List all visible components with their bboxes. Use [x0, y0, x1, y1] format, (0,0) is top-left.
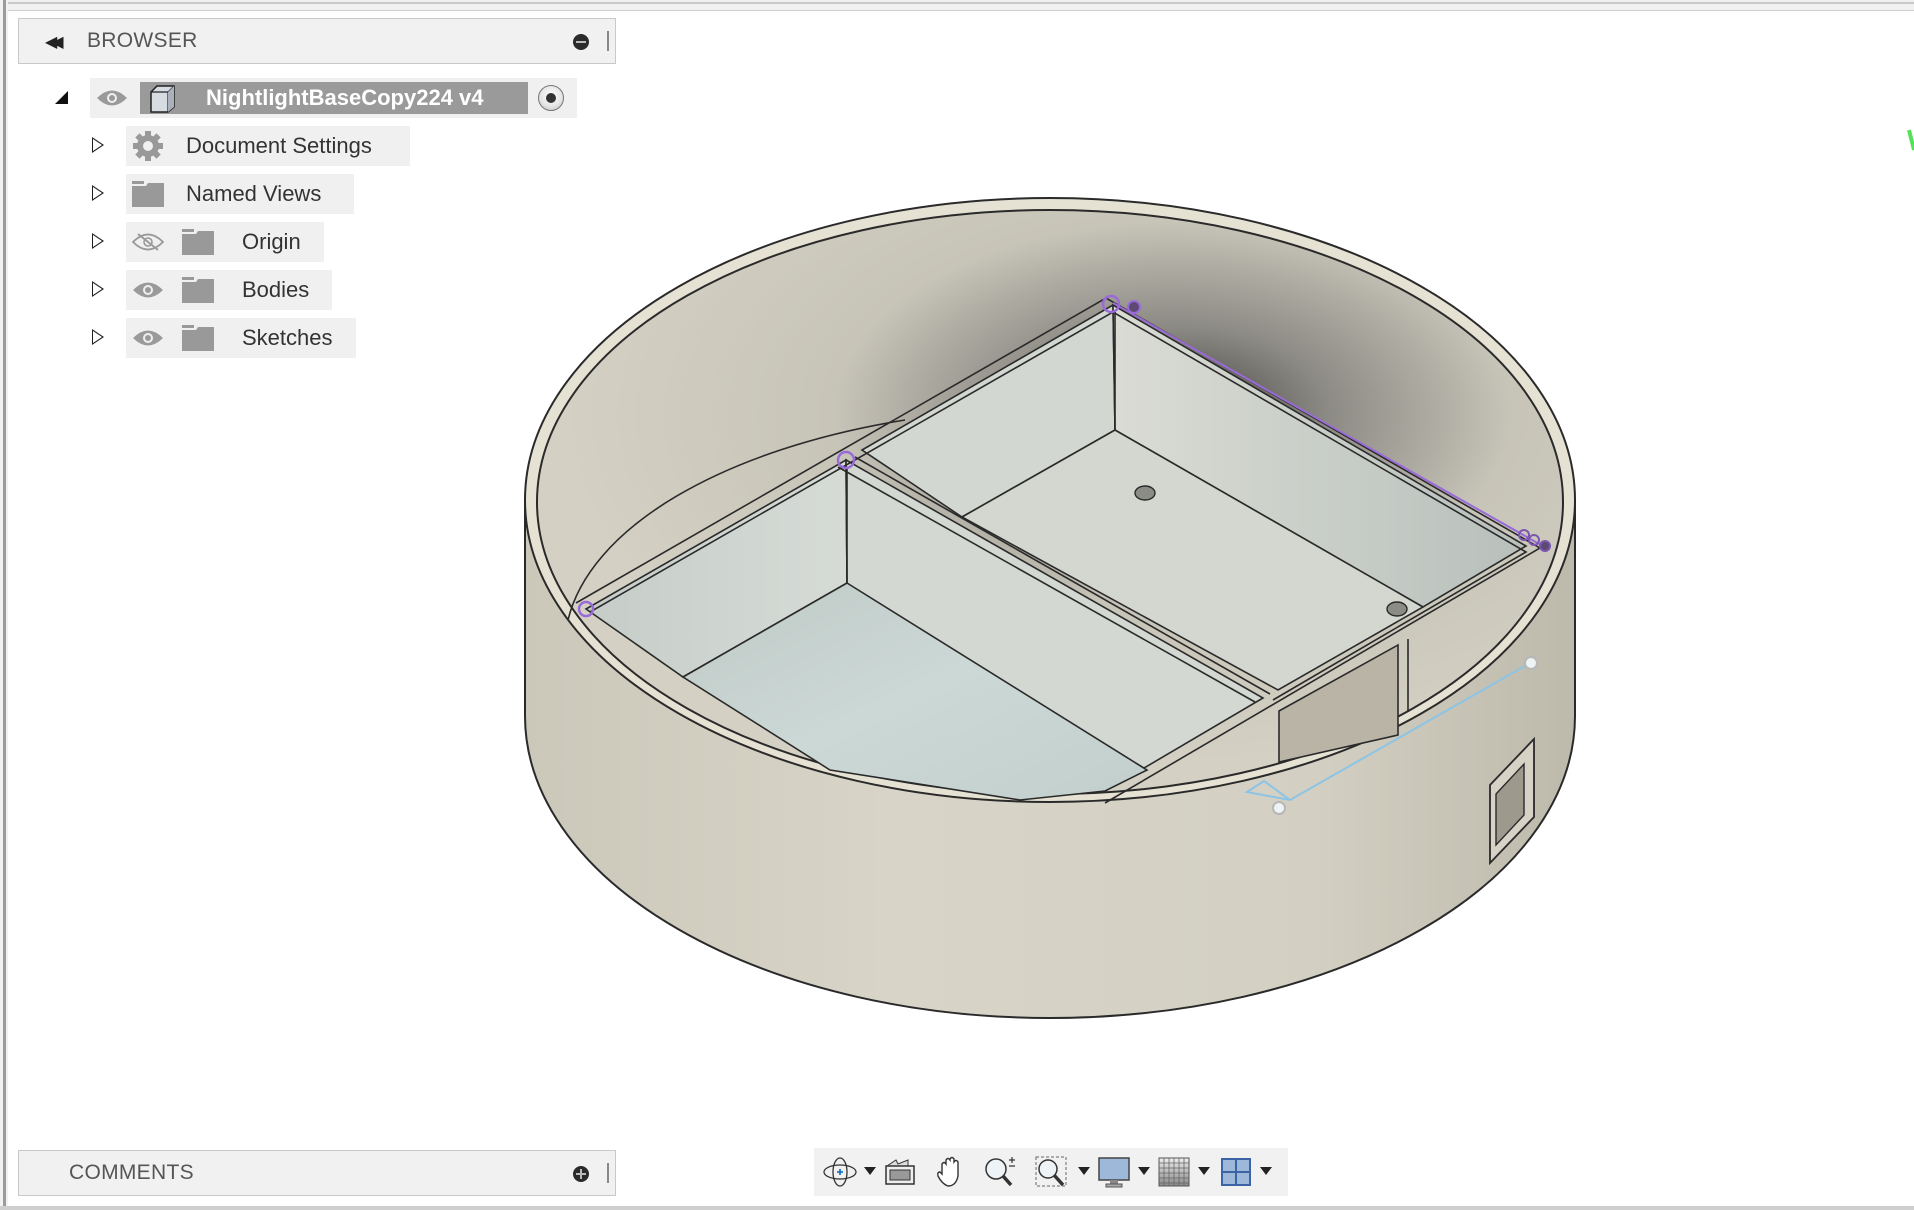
- gear-icon: [132, 130, 164, 162]
- viewports-dropdown-arrow[interactable]: [1260, 1167, 1272, 1175]
- monitor-display-icon[interactable]: [1096, 1155, 1132, 1189]
- display-dropdown-arrow[interactable]: [1138, 1167, 1150, 1175]
- root-label-highlight[interactable]: NightlightBaseCopy224 v4: [140, 82, 528, 114]
- zoom-window-icon[interactable]: [1034, 1155, 1070, 1189]
- folder-icon: [182, 277, 214, 303]
- mounting-hole: [1386, 601, 1408, 617]
- look-at-icon[interactable]: [882, 1155, 918, 1189]
- folder-icon: [182, 325, 214, 351]
- hand-pan-icon[interactable]: [932, 1155, 968, 1189]
- sketch-point[interactable]: [1272, 801, 1286, 815]
- eye-icon[interactable]: [96, 89, 128, 107]
- minus-circle-icon[interactable]: [573, 34, 589, 50]
- comments-panel-header[interactable]: COMMENTS: [18, 1150, 616, 1196]
- root-component-label: NightlightBaseCopy224 v4: [206, 85, 484, 110]
- tree-row-bg[interactable]: Document Settings: [126, 126, 410, 166]
- panel-resize-grip[interactable]: [607, 1163, 609, 1183]
- folder-icon: [182, 229, 214, 255]
- tree-item-label: Origin: [242, 229, 301, 254]
- tree-item-label: Named Views: [186, 181, 322, 206]
- orbit-dropdown-arrow[interactable]: [864, 1167, 876, 1175]
- tree-row-bg[interactable]: Named Views: [126, 174, 354, 214]
- constraint-point[interactable]: [1127, 300, 1141, 314]
- comments-title: COMMENTS: [69, 1161, 194, 1184]
- tree-row-bg[interactable]: Sketches: [126, 318, 356, 358]
- tree-item-label: Sketches: [242, 325, 333, 350]
- eye-hidden-icon[interactable]: [131, 233, 165, 251]
- folder-icon: [132, 181, 164, 207]
- expander-collapsed-icon[interactable]: [92, 185, 104, 201]
- tree-row-bg[interactable]: Origin: [126, 222, 324, 262]
- navigation-toolbar: [814, 1148, 1288, 1196]
- expander-collapsed-icon[interactable]: [92, 281, 104, 297]
- component-icon: [148, 84, 176, 113]
- root-row-bg[interactable]: NightlightBaseCopy224 v4: [90, 78, 577, 118]
- activate-radio-button[interactable]: [538, 85, 564, 111]
- tree-row-bg[interactable]: Bodies: [126, 270, 332, 310]
- orbit-icon[interactable]: [822, 1155, 858, 1189]
- viewcube-axis-indicator[interactable]: [1907, 129, 1914, 151]
- expander-expanded-icon[interactable]: [55, 91, 68, 104]
- grid-dropdown-arrow[interactable]: [1198, 1167, 1210, 1175]
- expander-collapsed-icon[interactable]: [92, 233, 104, 249]
- zoom-dropdown-arrow[interactable]: [1078, 1167, 1090, 1175]
- browser-title: BROWSER: [87, 29, 198, 52]
- browser-panel-header[interactable]: ◀◀ BROWSER: [18, 18, 616, 64]
- plus-circle-icon[interactable]: [573, 1166, 589, 1182]
- tree-item-label: Document Settings: [186, 133, 372, 158]
- panel-resize-grip[interactable]: [607, 31, 609, 51]
- expander-collapsed-icon[interactable]: [92, 329, 104, 345]
- double-left-arrow-icon[interactable]: ◀◀: [45, 32, 63, 52]
- eye-icon[interactable]: [132, 281, 164, 299]
- grid-icon[interactable]: [1156, 1155, 1192, 1189]
- tree-item-label: Bodies: [242, 277, 310, 302]
- zoom-icon[interactable]: [982, 1155, 1018, 1189]
- window-bottom-border: [0, 1206, 1914, 1210]
- eye-icon[interactable]: [132, 329, 164, 347]
- expander-collapsed-icon[interactable]: [92, 137, 104, 153]
- sketch-point[interactable]: [1524, 656, 1538, 670]
- viewports-icon[interactable]: [1218, 1155, 1254, 1189]
- constraint-point[interactable]: [1539, 540, 1551, 552]
- mounting-hole: [1134, 485, 1156, 501]
